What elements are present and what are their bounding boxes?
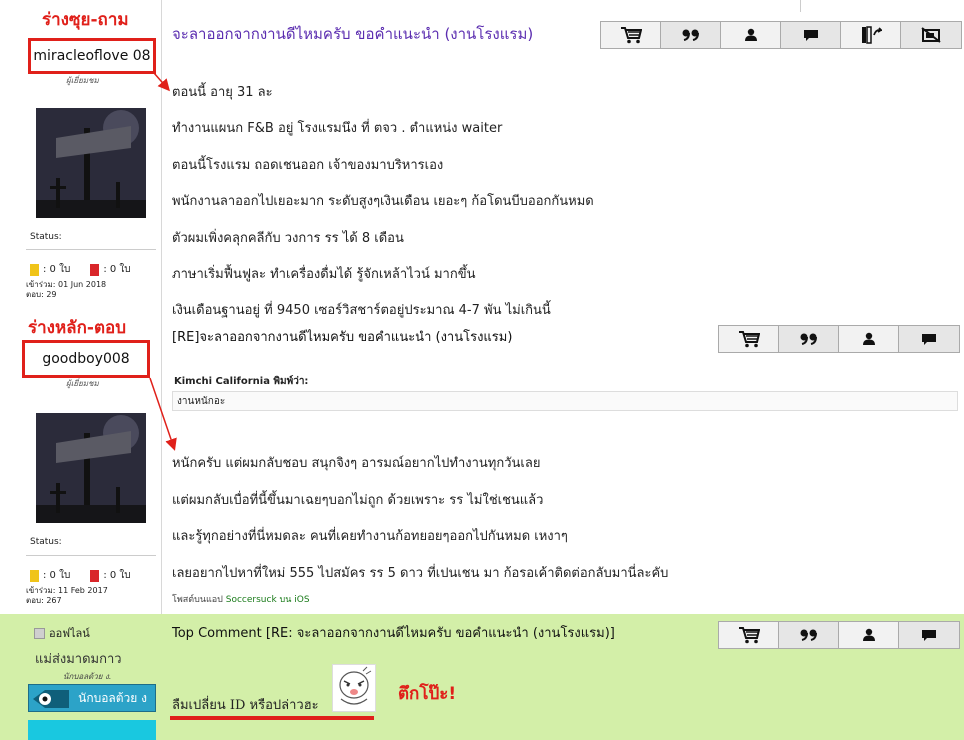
- quote-icon: [800, 629, 817, 641]
- quote-button[interactable]: [779, 622, 839, 648]
- football-badge-icon: [33, 690, 69, 708]
- top-comment-username[interactable]: แม่ส่งมาดมกาว: [35, 648, 122, 669]
- sticker-image: [332, 664, 376, 712]
- rank-badge-label: นักบอลต้วย ง: [78, 690, 147, 705]
- sticker-face-icon: [339, 666, 372, 705]
- message-button[interactable]: [899, 622, 959, 648]
- top-comment-title[interactable]: Top Comment [RE: จะลาออกจากงานดีไหมครับ …: [172, 622, 615, 643]
- top-comment-user-subtitle: นักบอลด้วย ง.: [63, 672, 112, 681]
- offline-indicator-icon: [34, 627, 45, 639]
- arrow-to-question-icon: [153, 72, 170, 92]
- rank-badge-button[interactable]: นักบอลต้วย ง: [28, 684, 156, 712]
- top-comment-text: ลืมเปลี่ยน ID หรือปล่าวฮะ: [172, 698, 319, 713]
- cart-button[interactable]: [719, 622, 779, 648]
- sticker-caption-annotation: ตึกโป๊ะ!: [398, 684, 457, 704]
- cart-icon: [738, 627, 760, 644]
- profile-button[interactable]: [839, 622, 899, 648]
- cyan-banner: [28, 720, 156, 740]
- online-status: ออฟไลน์: [34, 624, 90, 642]
- arrow-to-answer-icon: [149, 377, 177, 451]
- top-comment-toolbar: [718, 621, 960, 649]
- online-status-label: ออฟไลน์: [49, 627, 90, 640]
- annotation-underline: [170, 716, 374, 720]
- user-icon: [862, 628, 875, 641]
- message-icon: [922, 630, 936, 641]
